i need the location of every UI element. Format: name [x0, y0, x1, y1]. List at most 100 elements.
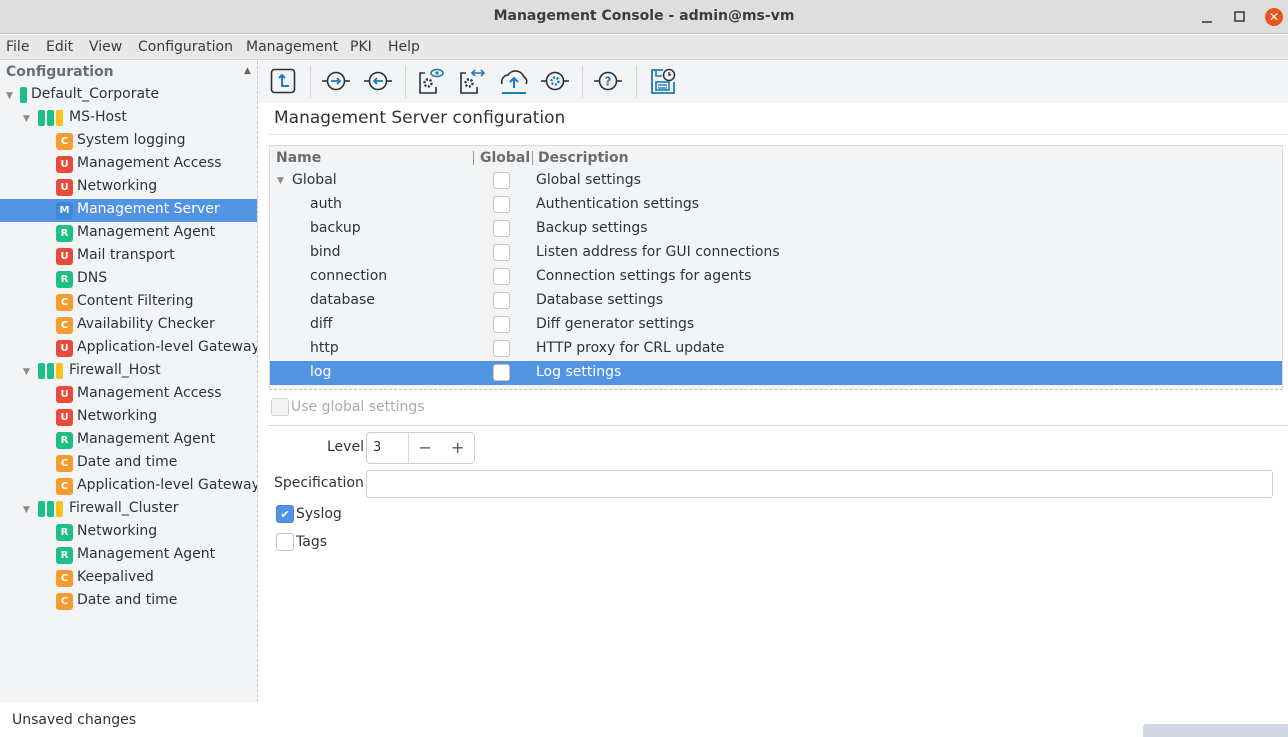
column-resize-handle[interactable] [532, 151, 533, 165]
syslog-checkbox[interactable]: ✔ Syslog [276, 505, 342, 523]
level-decrement-button[interactable]: − [409, 433, 442, 463]
tree-item-label: DNS [77, 270, 108, 286]
configuration-tree[interactable]: Configuration ▲ ▼ Default_Corporate ▼ MS-Ho… [0, 61, 258, 702]
use-global-settings-box[interactable] [271, 398, 289, 416]
status-bars-icon [38, 110, 63, 126]
settings-button[interactable] [540, 66, 570, 96]
column-header-name[interactable]: Name [276, 150, 321, 166]
use-global-settings-checkbox[interactable]: Use global settings [271, 398, 425, 416]
tree-item[interactable]: U Management Access [0, 153, 257, 176]
tree-item[interactable]: M Management Server [0, 199, 257, 222]
connect-button[interactable] [321, 66, 351, 96]
global-checkbox[interactable] [493, 268, 510, 285]
expander-icon[interactable]: ▼ [277, 176, 284, 186]
compare-config-button[interactable] [457, 66, 487, 96]
table-row[interactable]: connection Connection settings for agents [270, 265, 1282, 289]
tree-item[interactable]: U Application-level Gateway [0, 337, 257, 360]
tags-box[interactable] [276, 533, 294, 551]
settings-table[interactable]: Name Global Description ▼ Global Global se… [269, 145, 1283, 390]
tree-item-label: Content Filtering [77, 293, 194, 309]
row-description: Diff generator settings [536, 316, 695, 332]
tree-item[interactable]: ▼ MS-Host [0, 107, 257, 130]
checkmark-icon[interactable]: ✔ [276, 505, 294, 523]
column-header-description[interactable]: Description [538, 150, 629, 166]
level-increment-button[interactable]: + [441, 433, 474, 463]
disconnect-button[interactable] [363, 66, 393, 96]
table-row[interactable]: auth Authentication settings [270, 193, 1282, 217]
menu-file[interactable]: File [6, 39, 29, 55]
use-global-settings-label: Use global settings [291, 399, 425, 415]
tree-item-label: System logging [77, 132, 186, 148]
close-button[interactable]: ✕ [1261, 4, 1287, 30]
tree-item[interactable]: C Application-level Gateway [0, 475, 257, 498]
menu-edit[interactable]: Edit [46, 39, 73, 55]
tags-checkbox[interactable]: Tags [276, 533, 327, 551]
help-button[interactable]: ? [593, 66, 623, 96]
expander-icon[interactable]: ▼ [6, 91, 13, 101]
tree-item[interactable]: R Management Agent [0, 544, 257, 567]
go-up-button[interactable] [268, 66, 298, 96]
table-row[interactable]: backup Backup settings [270, 217, 1282, 241]
upload-button[interactable] [499, 66, 529, 96]
level-stepper[interactable]: 3 − + [366, 432, 475, 464]
tree-item[interactable]: C Date and time [0, 590, 257, 613]
tree-item[interactable]: C Keepalived [0, 567, 257, 590]
disconnect-icon [364, 71, 392, 91]
tree-header[interactable]: Configuration [6, 64, 114, 80]
tags-label: Tags [296, 534, 327, 550]
global-checkbox[interactable] [493, 292, 510, 309]
global-checkbox[interactable] [493, 340, 510, 357]
table-row[interactable]: diff Diff generator settings [270, 313, 1282, 337]
tree-item[interactable]: R Networking [0, 521, 257, 544]
menu-help[interactable]: Help [388, 39, 420, 55]
maximize-button[interactable] [1227, 4, 1253, 30]
expander-icon[interactable]: ▼ [23, 114, 30, 124]
global-checkbox[interactable] [493, 196, 510, 213]
table-row[interactable]: log Log settings [270, 361, 1282, 385]
tree-item[interactable]: R Management Agent [0, 429, 257, 452]
tree-item[interactable]: U Networking [0, 406, 257, 429]
menu-view[interactable]: View [89, 39, 122, 55]
expander-icon[interactable]: ▼ [23, 505, 30, 515]
table-row[interactable]: bind Listen address for GUI connections [270, 241, 1282, 265]
tree-item[interactable]: C Content Filtering [0, 291, 257, 314]
row-name: diff [310, 316, 333, 332]
menu-management[interactable]: Management [246, 39, 338, 55]
level-input[interactable]: 3 [367, 433, 409, 463]
tree-item[interactable]: C System logging [0, 130, 257, 153]
table-row[interactable]: http HTTP proxy for CRL update [270, 337, 1282, 361]
save-history-button[interactable] [648, 66, 678, 96]
tree-item[interactable]: U Management Access [0, 383, 257, 406]
global-checkbox[interactable] [493, 220, 510, 237]
status-bars-icon [20, 87, 27, 103]
column-header-global[interactable]: Global [480, 150, 530, 166]
go-up-icon [270, 68, 296, 94]
tree-item[interactable]: R Management Agent [0, 222, 257, 245]
column-resize-handle[interactable] [473, 151, 474, 165]
tree-item[interactable]: ▼ Firewall_Cluster [0, 498, 257, 521]
sort-ascending-icon[interactable]: ▲ [244, 66, 251, 76]
expander-icon[interactable]: ▼ [23, 367, 30, 377]
menu-pki[interactable]: PKI [350, 39, 372, 55]
global-checkbox[interactable] [493, 172, 510, 189]
table-row[interactable]: database Database settings [270, 289, 1282, 313]
tree-item[interactable]: ▼ Default_Corporate [0, 84, 257, 107]
minimize-button[interactable] [1194, 4, 1220, 30]
tree-item-label: MS-Host [69, 109, 127, 125]
specification-input[interactable] [366, 470, 1273, 498]
global-checkbox[interactable] [493, 316, 510, 333]
menu-configuration[interactable]: Configuration [138, 39, 233, 55]
status-bar [20, 87, 27, 103]
tree-item-label: Networking [77, 523, 158, 539]
tree-item[interactable]: ▼ Firewall_Host [0, 360, 257, 383]
tree-item[interactable]: C Date and time [0, 452, 257, 475]
row-description: Authentication settings [536, 196, 700, 212]
tree-item[interactable]: R DNS [0, 268, 257, 291]
tree-item[interactable]: C Availability Checker [0, 314, 257, 337]
global-checkbox[interactable] [493, 244, 510, 261]
tree-item[interactable]: U Networking [0, 176, 257, 199]
table-row[interactable]: ▼ Global Global settings [270, 169, 1282, 193]
tree-item[interactable]: U Mail transport [0, 245, 257, 268]
global-checkbox[interactable] [493, 364, 510, 381]
view-config-button[interactable] [416, 66, 446, 96]
